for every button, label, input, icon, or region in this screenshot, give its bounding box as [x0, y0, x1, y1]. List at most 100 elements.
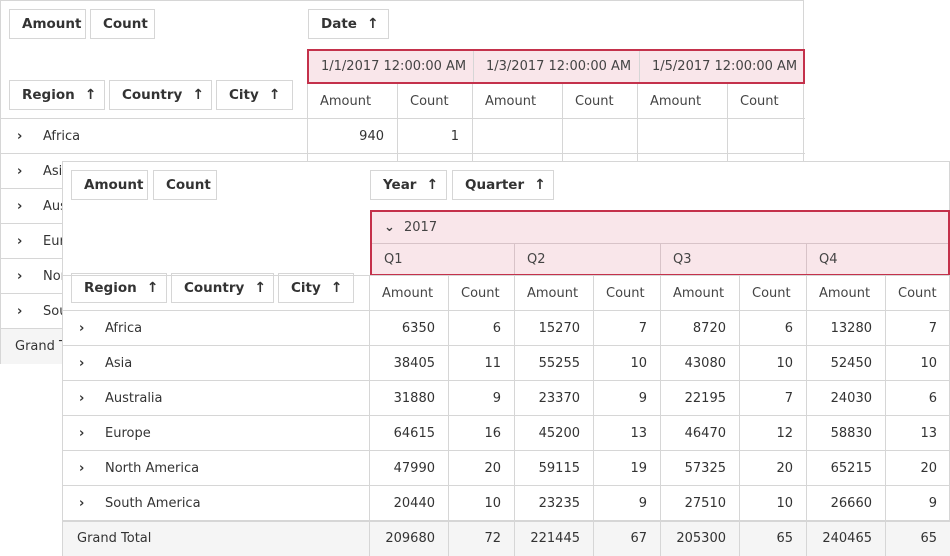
divider	[806, 521, 807, 556]
column-field-year[interactable]: Year ↑	[370, 170, 447, 200]
column-header-q4[interactable]: Q4	[807, 244, 949, 274]
header-label: Count	[606, 286, 645, 301]
row-label: Grand Total	[77, 531, 152, 546]
divider	[885, 521, 886, 556]
header-label: 1/5/2017 12:00:00 AM	[652, 59, 798, 74]
chevron-right-icon[interactable]: ›	[79, 496, 91, 511]
chevron-right-icon[interactable]: ›	[17, 269, 29, 284]
chevron-down-icon[interactable]: ⌄	[384, 220, 396, 235]
row-label: Australia	[105, 390, 163, 406]
row-header-europe[interactable]: › Europe	[63, 416, 369, 450]
row-field-region[interactable]: Region ↑	[71, 273, 167, 303]
divider	[448, 521, 449, 556]
data-cell: 52450	[830, 355, 872, 371]
data-cell: 13	[920, 425, 937, 441]
row-label: Africa	[105, 320, 143, 336]
column-field-date[interactable]: Date ↑	[308, 9, 389, 39]
data-cell: 6	[492, 320, 501, 336]
data-field-amount[interactable]: Amount	[71, 170, 148, 200]
chevron-right-icon[interactable]: ›	[17, 164, 29, 179]
data-cell: 47990	[393, 460, 435, 476]
date-header-row: 1/1/2017 12:00:00 AM 1/3/2017 12:00:00 A…	[307, 49, 805, 84]
row-field-city[interactable]: City ↑	[278, 273, 354, 303]
grand-total-cell: 72	[449, 521, 514, 556]
header-label: Q1	[384, 251, 403, 267]
sort-asc-icon: ↑	[426, 177, 439, 193]
data-field-amount[interactable]: Amount	[9, 9, 86, 39]
data-cell: 59115	[538, 460, 580, 476]
measure-header: Amount	[515, 276, 594, 311]
data-cell: 11	[484, 355, 501, 371]
row-header-africa[interactable]: › Africa	[63, 311, 369, 345]
header-label: Amount	[485, 94, 537, 109]
row-field-region[interactable]: Region ↑	[9, 80, 105, 110]
column-field-quarter[interactable]: Quarter ↑	[452, 170, 554, 200]
data-cell: 27510	[684, 495, 726, 511]
chip-label: City	[291, 280, 321, 296]
measure-header: Count	[728, 84, 803, 119]
sort-asc-icon: ↑	[330, 280, 343, 296]
data-field-count[interactable]: Count	[153, 170, 217, 200]
grand-total-cell: 65	[886, 521, 950, 556]
header-label: Amount	[382, 286, 434, 301]
chip-label: Amount	[22, 16, 82, 32]
data-cell: 23370	[538, 390, 580, 406]
measure-header: Amount	[370, 276, 449, 311]
divider	[63, 521, 950, 522]
header-label: Count	[575, 94, 614, 109]
row-header-africa[interactable]: › Africa	[1, 119, 307, 153]
data-cell: 26660	[830, 495, 872, 511]
data-cell: 16	[484, 425, 501, 441]
year-quarter-header: ⌄ 2017 Q1 Q2 Q3 Q4	[370, 210, 950, 276]
chip-label: Date	[321, 16, 357, 32]
header-label: 1/3/2017 12:00:00 AM	[486, 59, 632, 74]
row-field-city[interactable]: City ↑	[216, 80, 293, 110]
measure-header: Count	[398, 84, 473, 119]
chevron-right-icon[interactable]: ›	[17, 199, 29, 214]
row-header-south-america[interactable]: › South America	[63, 486, 369, 520]
row-header-asia[interactable]: › Asia	[63, 346, 369, 380]
chevron-right-icon[interactable]: ›	[79, 321, 91, 336]
row-field-country[interactable]: Country ↑	[109, 80, 212, 110]
column-header-q1[interactable]: Q1	[372, 244, 515, 274]
divider	[369, 521, 370, 556]
data-cell: 19	[630, 460, 647, 476]
chevron-right-icon[interactable]: ›	[17, 234, 29, 249]
column-header-date[interactable]: 1/5/2017 12:00:00 AM	[640, 51, 806, 82]
header-label: Count	[898, 286, 937, 301]
divider	[63, 275, 950, 276]
chip-label: Quarter	[465, 177, 525, 193]
chevron-right-icon[interactable]: ›	[17, 304, 29, 319]
grand-total-cell: 205300	[661, 521, 739, 556]
data-cell: 13280	[830, 320, 872, 336]
data-cell: 15270	[538, 320, 580, 336]
chip-label: Amount	[84, 177, 144, 193]
row-field-country[interactable]: Country ↑	[171, 273, 274, 303]
data-cell: 1	[450, 128, 459, 144]
chip-label: Count	[166, 177, 211, 193]
data-cell: 38405	[393, 355, 435, 371]
chevron-right-icon[interactable]: ›	[79, 426, 91, 441]
data-cell: 24030	[830, 390, 872, 406]
data-cell: 55255	[538, 355, 580, 371]
row-header-north-america[interactable]: › North America	[63, 451, 369, 485]
row-header-australia[interactable]: › Australia	[63, 381, 369, 415]
measure-header: Count	[449, 276, 515, 311]
data-cell: 940	[359, 128, 384, 144]
data-cell: 7	[928, 320, 937, 336]
data-field-count[interactable]: Count	[90, 9, 155, 39]
measure-header: Count	[886, 276, 950, 311]
data-cell: 12	[776, 425, 793, 441]
header-label: Amount	[320, 94, 372, 109]
chevron-right-icon[interactable]: ›	[79, 391, 91, 406]
column-header-q3[interactable]: Q3	[661, 244, 807, 274]
data-cell: 9	[928, 495, 937, 511]
data-cell: 10	[776, 355, 793, 371]
column-header-date[interactable]: 1/1/2017 12:00:00 AM	[309, 51, 473, 82]
column-header-2017[interactable]: ⌄ 2017	[372, 212, 948, 243]
chevron-right-icon[interactable]: ›	[17, 129, 29, 144]
column-header-q2[interactable]: Q2	[515, 244, 661, 274]
chevron-right-icon[interactable]: ›	[79, 356, 91, 371]
column-header-date[interactable]: 1/3/2017 12:00:00 AM	[474, 51, 640, 82]
chevron-right-icon[interactable]: ›	[79, 461, 91, 476]
